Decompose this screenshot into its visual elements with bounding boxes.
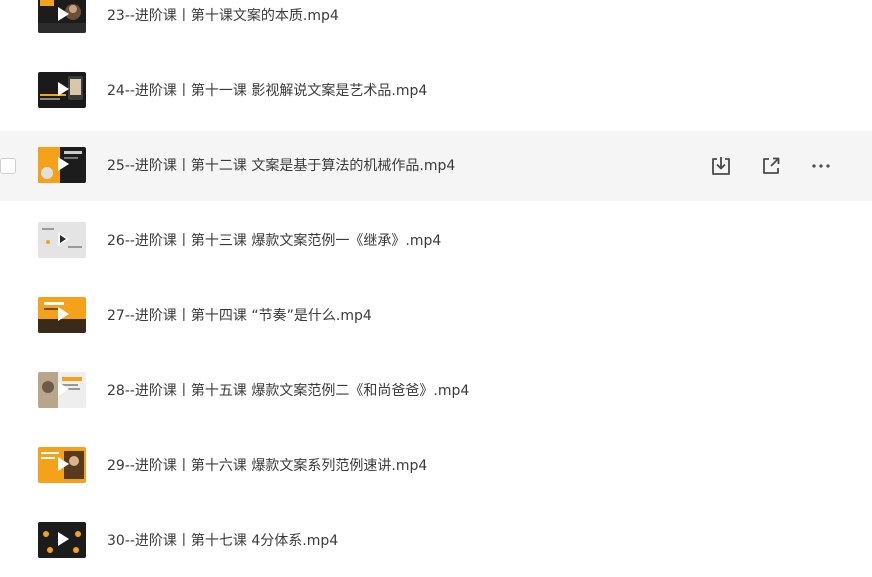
file-name[interactable]: 24--进阶课丨第十一课 影视解说文案是艺术品.mp4: [107, 80, 427, 102]
file-row[interactable]: 27--进阶课丨第十四课 “节奏”是什么.mp4: [0, 281, 872, 351]
file-name[interactable]: 26--进阶课丨第十三课 爆款文案范例一《继承》.mp4: [107, 230, 441, 252]
video-thumbnail[interactable]: [38, 297, 86, 333]
file-list: 23--进阶课丨第十课文案的本质.mp4 24--进阶课丨第十一课 影视解说文案…: [0, 0, 872, 577]
share-icon: [763, 157, 780, 174]
file-name[interactable]: 29--进阶课丨第十六课 爆款文案系列范例速讲.mp4: [107, 455, 427, 477]
video-thumbnail[interactable]: [38, 222, 86, 258]
more-button[interactable]: [808, 153, 834, 179]
download-icon: [712, 157, 730, 175]
file-row[interactable]: 24--进阶课丨第十一课 影视解说文案是艺术品.mp4: [0, 56, 872, 126]
file-name[interactable]: 30--进阶课丨第十七课 4分体系.mp4: [107, 530, 338, 552]
video-thumbnail[interactable]: [38, 72, 86, 108]
row-checkbox[interactable]: [0, 158, 16, 174]
video-thumbnail[interactable]: [38, 0, 86, 33]
video-thumbnail[interactable]: [38, 147, 86, 183]
share-button[interactable]: [758, 153, 784, 179]
video-thumbnail[interactable]: [38, 522, 86, 558]
file-name[interactable]: 27--进阶课丨第十四课 “节奏”是什么.mp4: [107, 305, 372, 327]
file-row[interactable]: 25--进阶课丨第十二课 文案是基于算法的机械作品.mp4: [0, 131, 872, 201]
file-row[interactable]: 23--进阶课丨第十课文案的本质.mp4: [0, 0, 872, 51]
download-button[interactable]: [708, 153, 734, 179]
file-name[interactable]: 23--进阶课丨第十课文案的本质.mp4: [107, 5, 339, 27]
file-name[interactable]: 25--进阶课丨第十二课 文案是基于算法的机械作品.mp4: [107, 155, 455, 177]
file-row[interactable]: 28--进阶课丨第十五课 爆款文案范例二《和尚爸爸》.mp4: [0, 356, 872, 426]
video-thumbnail[interactable]: [38, 447, 86, 483]
file-row[interactable]: 26--进阶课丨第十三课 爆款文案范例一《继承》.mp4: [0, 206, 872, 276]
file-row[interactable]: 30--进阶课丨第十七课 4分体系.mp4: [0, 506, 872, 576]
more-icon: [812, 164, 830, 168]
file-name[interactable]: 28--进阶课丨第十五课 爆款文案范例二《和尚爸爸》.mp4: [107, 380, 469, 402]
file-row[interactable]: 29--进阶课丨第十六课 爆款文案系列范例速讲.mp4: [0, 431, 872, 501]
video-thumbnail[interactable]: [38, 372, 86, 408]
